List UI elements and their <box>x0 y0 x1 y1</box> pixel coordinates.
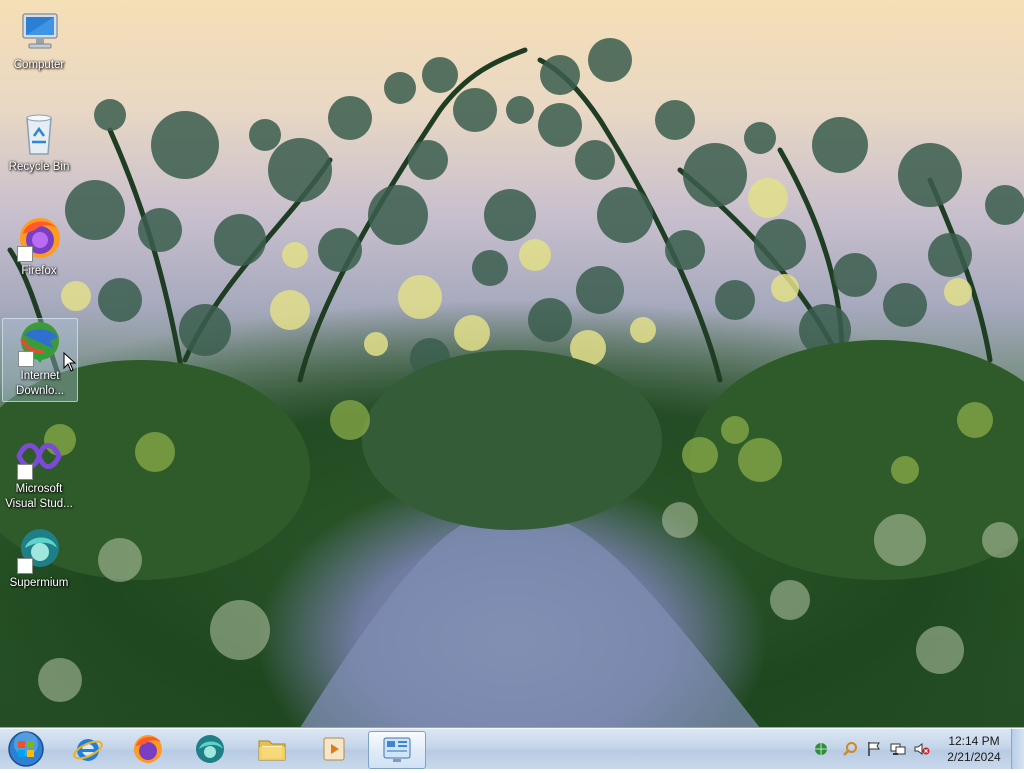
volume-muted-icon[interactable] <box>914 741 930 757</box>
shortcut-arrow-icon <box>18 351 34 367</box>
desktop-icon-label: Recycle Bin <box>8 161 70 173</box>
desktop-icon-label: Microsoft Visual Stud... <box>5 483 73 510</box>
taskbar-internet-explorer[interactable] <box>60 731 116 767</box>
desktop-icon-label: Internet Downlo... <box>16 370 64 397</box>
firefox-icon <box>134 735 162 763</box>
desktop-icon-label: Computer <box>13 59 65 71</box>
folder-icon <box>258 740 286 761</box>
taskbar-supermium[interactable] <box>182 731 238 767</box>
recycle-bin-icon <box>15 110 63 158</box>
control-panel-icon <box>383 737 411 762</box>
shortcut-arrow-icon <box>17 558 33 574</box>
show-desktop-button[interactable] <box>1011 729 1024 769</box>
taskbar-firefox[interactable] <box>120 731 176 767</box>
mouse-cursor-icon <box>63 351 77 372</box>
internet-download-manager-icon <box>16 319 64 367</box>
desktop-icon-label: Supermium <box>9 577 69 589</box>
visual-studio-icon <box>15 432 63 480</box>
supermium-icon <box>15 526 63 574</box>
windows-logo-icon <box>8 731 44 767</box>
clock-time: 12:14 PM <box>948 734 1000 748</box>
taskbar: 12:14 PM 2/21/2024 <box>0 728 1024 769</box>
clock-date: 2/21/2024 <box>947 750 1001 764</box>
media-player-icon <box>323 737 345 761</box>
shortcut-arrow-icon <box>17 246 33 262</box>
desktop-icon-visual-studio[interactable]: Microsoft Visual Stud... <box>2 432 76 512</box>
taskbar-file-explorer[interactable] <box>244 731 300 767</box>
network-globe-icon[interactable] <box>813 741 829 757</box>
firefox-icon <box>15 214 63 262</box>
desktop-icon-supermium[interactable]: Supermium <box>2 526 76 591</box>
taskbar-clock[interactable]: 12:14 PM 2/21/2024 <box>934 733 1014 765</box>
desktop-icon-computer[interactable]: Computer <box>2 8 76 73</box>
supermium-icon <box>196 735 224 763</box>
search-icon[interactable] <box>842 741 858 757</box>
internet-explorer-icon <box>73 739 103 761</box>
desktop-wallpaper <box>0 0 1024 768</box>
taskbar-media-player[interactable] <box>306 731 362 767</box>
desktop-icon-firefox[interactable]: Firefox <box>2 214 76 279</box>
start-button[interactable] <box>6 730 46 768</box>
taskbar-control-panel[interactable] <box>368 731 426 769</box>
shortcut-arrow-icon <box>17 464 33 480</box>
action-center-flag-icon[interactable] <box>866 741 882 757</box>
desktop-icon-label: Firefox <box>21 265 57 277</box>
computer-icon <box>15 8 63 56</box>
desktop-icon-recycle-bin[interactable]: Recycle Bin <box>2 110 76 175</box>
network-icon[interactable] <box>890 741 906 757</box>
